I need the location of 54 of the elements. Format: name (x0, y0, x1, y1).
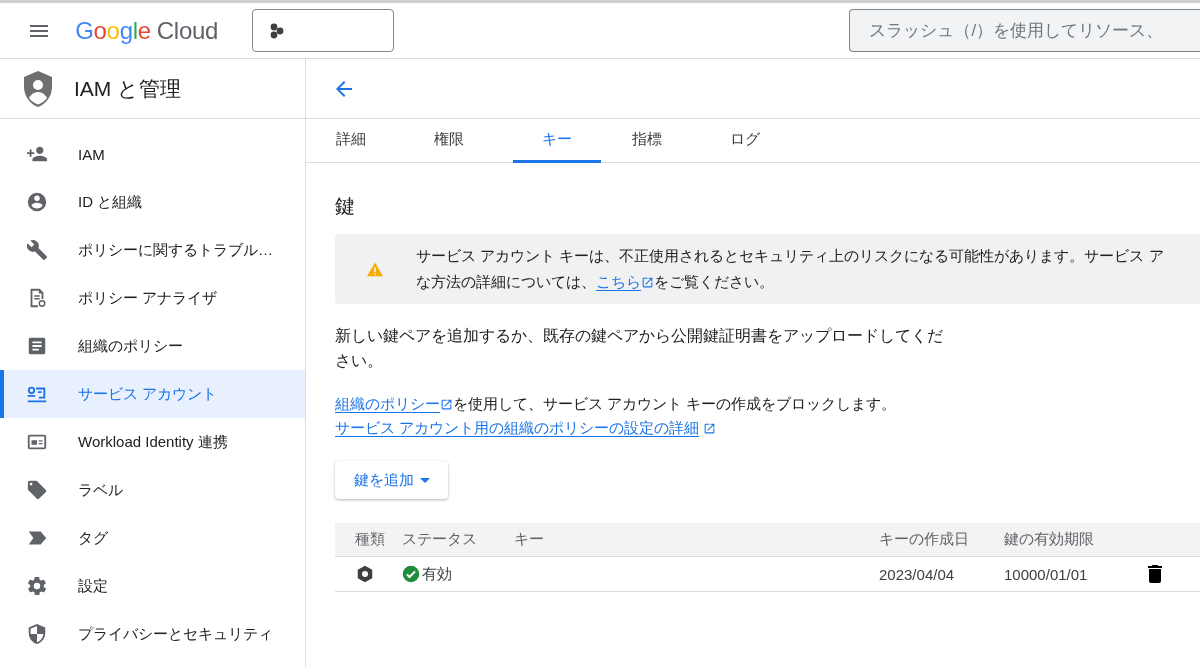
sidebar-item[interactable]: Workload Identity 連携 (0, 418, 305, 466)
search-field[interactable]: スラッシュ（/）を使用してリソース、 (849, 9, 1200, 52)
product-title: IAM と管理 (74, 75, 182, 102)
delete-button[interactable] (1147, 565, 1163, 583)
warning-text: をご覧ください。 (654, 272, 774, 292)
column-header: キーの作成日 (879, 523, 1004, 557)
policy-text: を使用して、サービス アカウント キーの作成をブロックします。 (453, 394, 897, 414)
table-cell: 10000/01/01 (1004, 557, 1134, 592)
check-circle-icon (402, 565, 420, 583)
sidebar-item[interactable]: ラベル (0, 466, 305, 514)
warning-text: サービス アカウント キーは、不正使用されるとセキュリティ上のリスクになる可能性があります。サービス ア (416, 246, 1164, 266)
column-header: 種類 (335, 523, 402, 557)
tab[interactable]: キー (513, 119, 601, 163)
policy-details-link[interactable]: サービス アカウント用の組織のポリシーの設定の詳細 (335, 416, 700, 440)
sidebar-item[interactable]: 設定 (0, 562, 305, 610)
add-key-button[interactable]: 鍵を追加 (335, 461, 448, 499)
sidebar-item[interactable]: 組織のポリシー (0, 322, 305, 370)
table-cell: 2023/04/04 (879, 557, 1004, 592)
shield-person-icon (22, 69, 54, 108)
sidebar-item[interactable]: ID と組織 (0, 178, 305, 226)
column-header: ステータス (402, 523, 514, 557)
sidebar-item[interactable]: IAM (0, 130, 305, 178)
shield-icon (26, 623, 48, 645)
sidebar-item[interactable]: ポリシー アナライザ (0, 274, 305, 322)
external-link-icon (440, 397, 453, 411)
external-link-icon (641, 275, 654, 289)
google-cloud-logo[interactable]: Google Cloud (75, 16, 219, 45)
warning-icon (366, 261, 384, 277)
document-icon (26, 335, 48, 357)
org-policy-link[interactable]: 組織のポリシー (335, 392, 440, 416)
section-title: 鍵 (335, 194, 356, 219)
sidebar-item[interactable]: サービス アカウント (0, 370, 305, 418)
tab[interactable]: 指標 (613, 119, 681, 163)
caret-icon (419, 477, 430, 483)
column-header (1134, 523, 1200, 557)
tag-icon (26, 479, 48, 501)
warning-text: な方法の詳細については、 (416, 272, 596, 292)
column-header: 鍵の有効期限 (1004, 523, 1134, 557)
wrench-icon (26, 239, 48, 261)
external-link-icon (703, 421, 717, 435)
here-link[interactable]: こちら (596, 271, 641, 293)
column-header: キー (514, 523, 879, 557)
tab[interactable]: 権限 (415, 119, 483, 163)
key-type-icon (355, 564, 375, 584)
sidebar-item[interactable]: プライバシーとセキュリティ (0, 610, 305, 658)
tab[interactable]: ログ (711, 119, 779, 163)
project-picker[interactable] (252, 9, 395, 52)
description-text: 新しい鍵ペアを追加するか、既存の鍵ペアから公開鍵証明書をアップロードしてください。 (335, 326, 944, 371)
tab[interactable]: 詳細 (317, 119, 385, 163)
sidebar-item[interactable]: タグ (0, 514, 305, 562)
trash-icon (1147, 565, 1163, 583)
sidebar-item[interactable]: ポリシーに関するトラブル… (0, 226, 305, 274)
status-text: 有効 (422, 564, 452, 584)
settings-icon (26, 575, 48, 597)
